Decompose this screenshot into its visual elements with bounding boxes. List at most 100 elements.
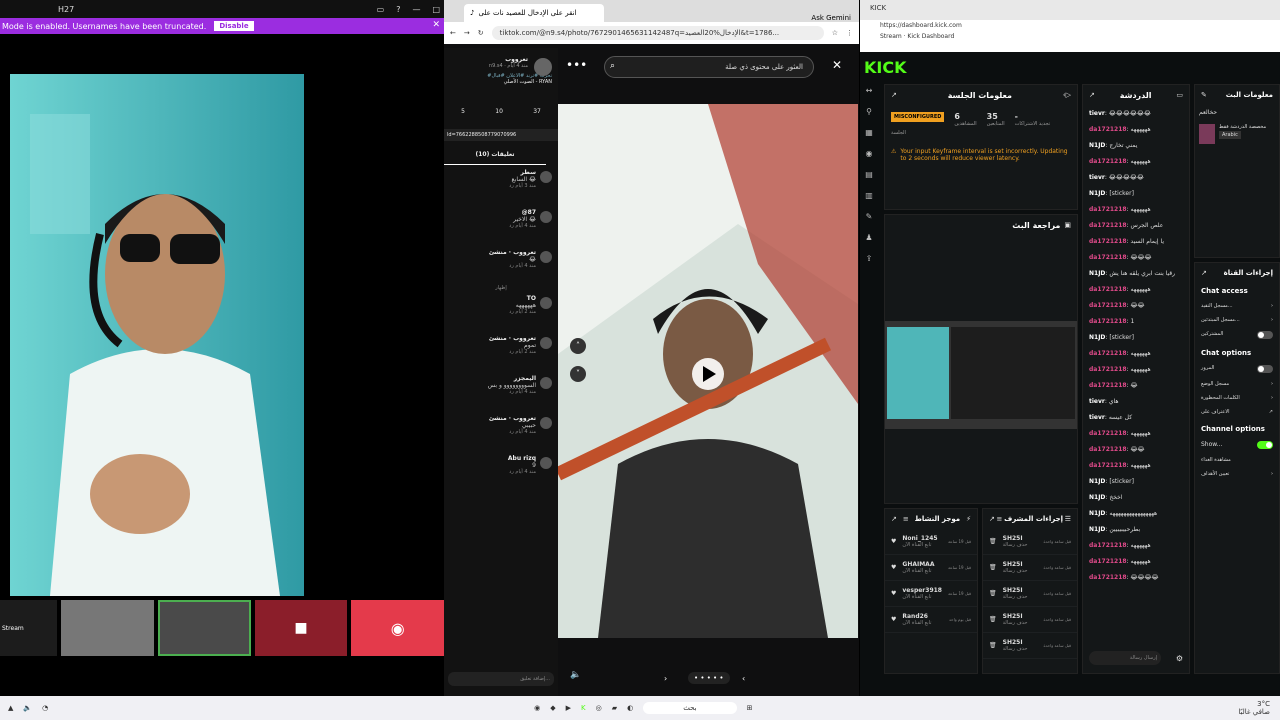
more-options-icon[interactable]: ••• [566,58,587,72]
like-count[interactable]: 37 [533,108,541,115]
add-comment-input[interactable]: إضافة تعليق... [448,672,554,686]
tiktok-photo[interactable] [558,104,858,638]
expand-icon[interactable]: ↗ [1089,91,1095,100]
tab-comments[interactable]: تعليقات (10) [444,145,546,165]
kick-url[interactable]: https://dashboard.kick.com [860,20,1280,31]
chat-username[interactable]: N1JD [1089,270,1105,277]
comment-author[interactable]: تعرووب · منشئ [450,415,552,422]
chat-username[interactable]: N1JD [1089,510,1105,517]
settings-icon[interactable]: ⚙ [1176,654,1183,663]
users-icon[interactable]: ♟ [865,233,872,242]
next-icon[interactable]: › [664,674,667,683]
chat-username[interactable]: tievr [1089,110,1105,117]
filter-icon[interactable]: ≡ [903,515,909,523]
channel-show-toggle[interactable] [1257,441,1273,449]
chat-username[interactable]: da1721218 [1089,462,1127,469]
stream-thumb[interactable]: Stream [0,600,58,656]
avatar[interactable] [540,251,552,263]
disable-button[interactable]: Disable [214,21,254,31]
chat-username[interactable]: da1721218 [1089,542,1127,549]
chat-username[interactable]: da1721218 [1089,574,1127,581]
comment-author[interactable]: Abu rizq [450,455,552,462]
category-thumb[interactable] [1199,124,1215,144]
subscribers-only-toggle[interactable] [1257,331,1273,339]
collapse-icon[interactable]: ‹▷ [1063,91,1071,100]
gemini-button[interactable]: Ask Gemini [803,14,859,22]
expand-icon[interactable]: ↗ [989,515,995,523]
chat-username[interactable]: N1JD [1089,478,1105,485]
kick-logo[interactable]: KICK [864,58,907,77]
reload-icon[interactable]: ↻ [478,29,484,37]
chat-username[interactable]: N1JD [1089,526,1105,533]
avatar[interactable] [540,417,552,429]
search-icon[interactable]: ⌕ [610,61,615,71]
chat-username[interactable]: da1721218 [1089,254,1127,261]
comment-count[interactable]: 10 [495,108,503,115]
music-label[interactable]: الصوت الأصلي - RYAN [450,79,552,85]
chat-username[interactable]: da1721218 [1089,382,1127,389]
minimize-icon[interactable]: ▭ [377,5,385,14]
chat-username[interactable]: da1721218 [1089,318,1127,325]
chat-access-item[interactable]: مسجل المبتدئين... › [1195,313,1279,327]
expand-icon[interactable]: ↗ [1201,269,1207,277]
windows-icon[interactable]: ⊞ [747,704,753,712]
image-pager[interactable]: • • • • • [688,672,730,684]
edge-icon[interactable]: ◐ [627,704,633,712]
comment-author[interactable]: TO [450,295,552,302]
avatar[interactable] [540,211,552,223]
tools-icon[interactable]: ✎ [866,212,873,221]
chat-username[interactable]: da1721218 [1089,558,1127,565]
avatar-thumb[interactable] [157,600,251,656]
avatar[interactable] [540,297,552,309]
mod-user[interactable]: SH25I [1003,613,1038,620]
chat-option-row[interactable]: مسجل الوضع › [1195,377,1279,391]
car-thumb[interactable] [61,600,154,656]
avatar[interactable] [540,377,552,389]
chat-username[interactable]: da1721218 [1089,302,1127,309]
chat-option-row[interactable]: الاعتراف على ↗ [1195,405,1279,419]
stream-preview-video[interactable] [885,321,1077,429]
chat-username[interactable]: tievr [1089,398,1105,405]
chat-username[interactable]: da1721218 [1089,206,1127,213]
mod-user[interactable]: SH25I [1003,639,1038,646]
export-icon[interactable]: ⇪ [866,254,873,263]
chat-username[interactable]: da1721218 [1089,286,1127,293]
filter-icon[interactable]: ≡ [997,515,1003,523]
menu-icon[interactable]: ⋮ [846,29,853,37]
volume-icon[interactable]: 🔈 [570,670,581,680]
chat-username[interactable]: da1721218 [1089,222,1127,229]
camera-thumb[interactable]: ■ [254,600,348,656]
kick-icon[interactable]: K [581,704,586,712]
dashboard-icon[interactable]: ▦ [865,128,873,137]
chat-icon[interactable]: ◉ [866,149,873,158]
chat-username[interactable]: N1JD [1089,190,1105,197]
activity-user[interactable]: GHAIMAA [902,561,942,568]
save-count[interactable]: 5 [461,108,465,115]
close-icon[interactable]: ✕ [832,58,842,72]
chat-username[interactable]: N1JD [1089,494,1105,501]
chat-username[interactable]: da1721218 [1089,366,1127,373]
window-min-icon[interactable]: — [412,5,420,14]
chat-username[interactable]: N1JD [1089,142,1105,149]
app-icon[interactable]: ◆ [550,704,555,712]
activity-user[interactable]: Rand26 [902,613,943,620]
mod-user[interactable]: SH25I [1003,587,1038,594]
discord-thumb[interactable]: ◉ [351,600,445,656]
forward-icon[interactable]: → [464,29,470,37]
url-bar[interactable]: tiktok.com/@n9.s4/photo/7672901465631142… [491,26,824,40]
avatar[interactable] [540,337,552,349]
collapse-icon[interactable]: ↔ [866,86,873,95]
speaker-icon[interactable]: 🔈 [23,704,32,712]
expand-icon[interactable]: ↗ [891,91,897,100]
video-icon[interactable]: ▤ [865,170,873,179]
chat-option-row[interactable]: الكلمات المحظورة › [1195,391,1279,405]
link-icon[interactable]: ⚲ [866,107,872,116]
tiktok-search-input[interactable]: العثور على محتوى ذي صلة [604,56,814,78]
channel-option-row[interactable]: مشاهدة الغذاء [1195,453,1279,467]
stats-icon[interactable]: ▥ [865,191,873,200]
chat-username[interactable]: da1721218 [1089,350,1127,357]
chat-username[interactable]: tievr [1089,174,1105,181]
activity-user[interactable]: Noni_1245 [902,535,942,542]
help-icon[interactable]: ? [396,5,400,14]
chat-username[interactable]: da1721218 [1089,446,1127,453]
